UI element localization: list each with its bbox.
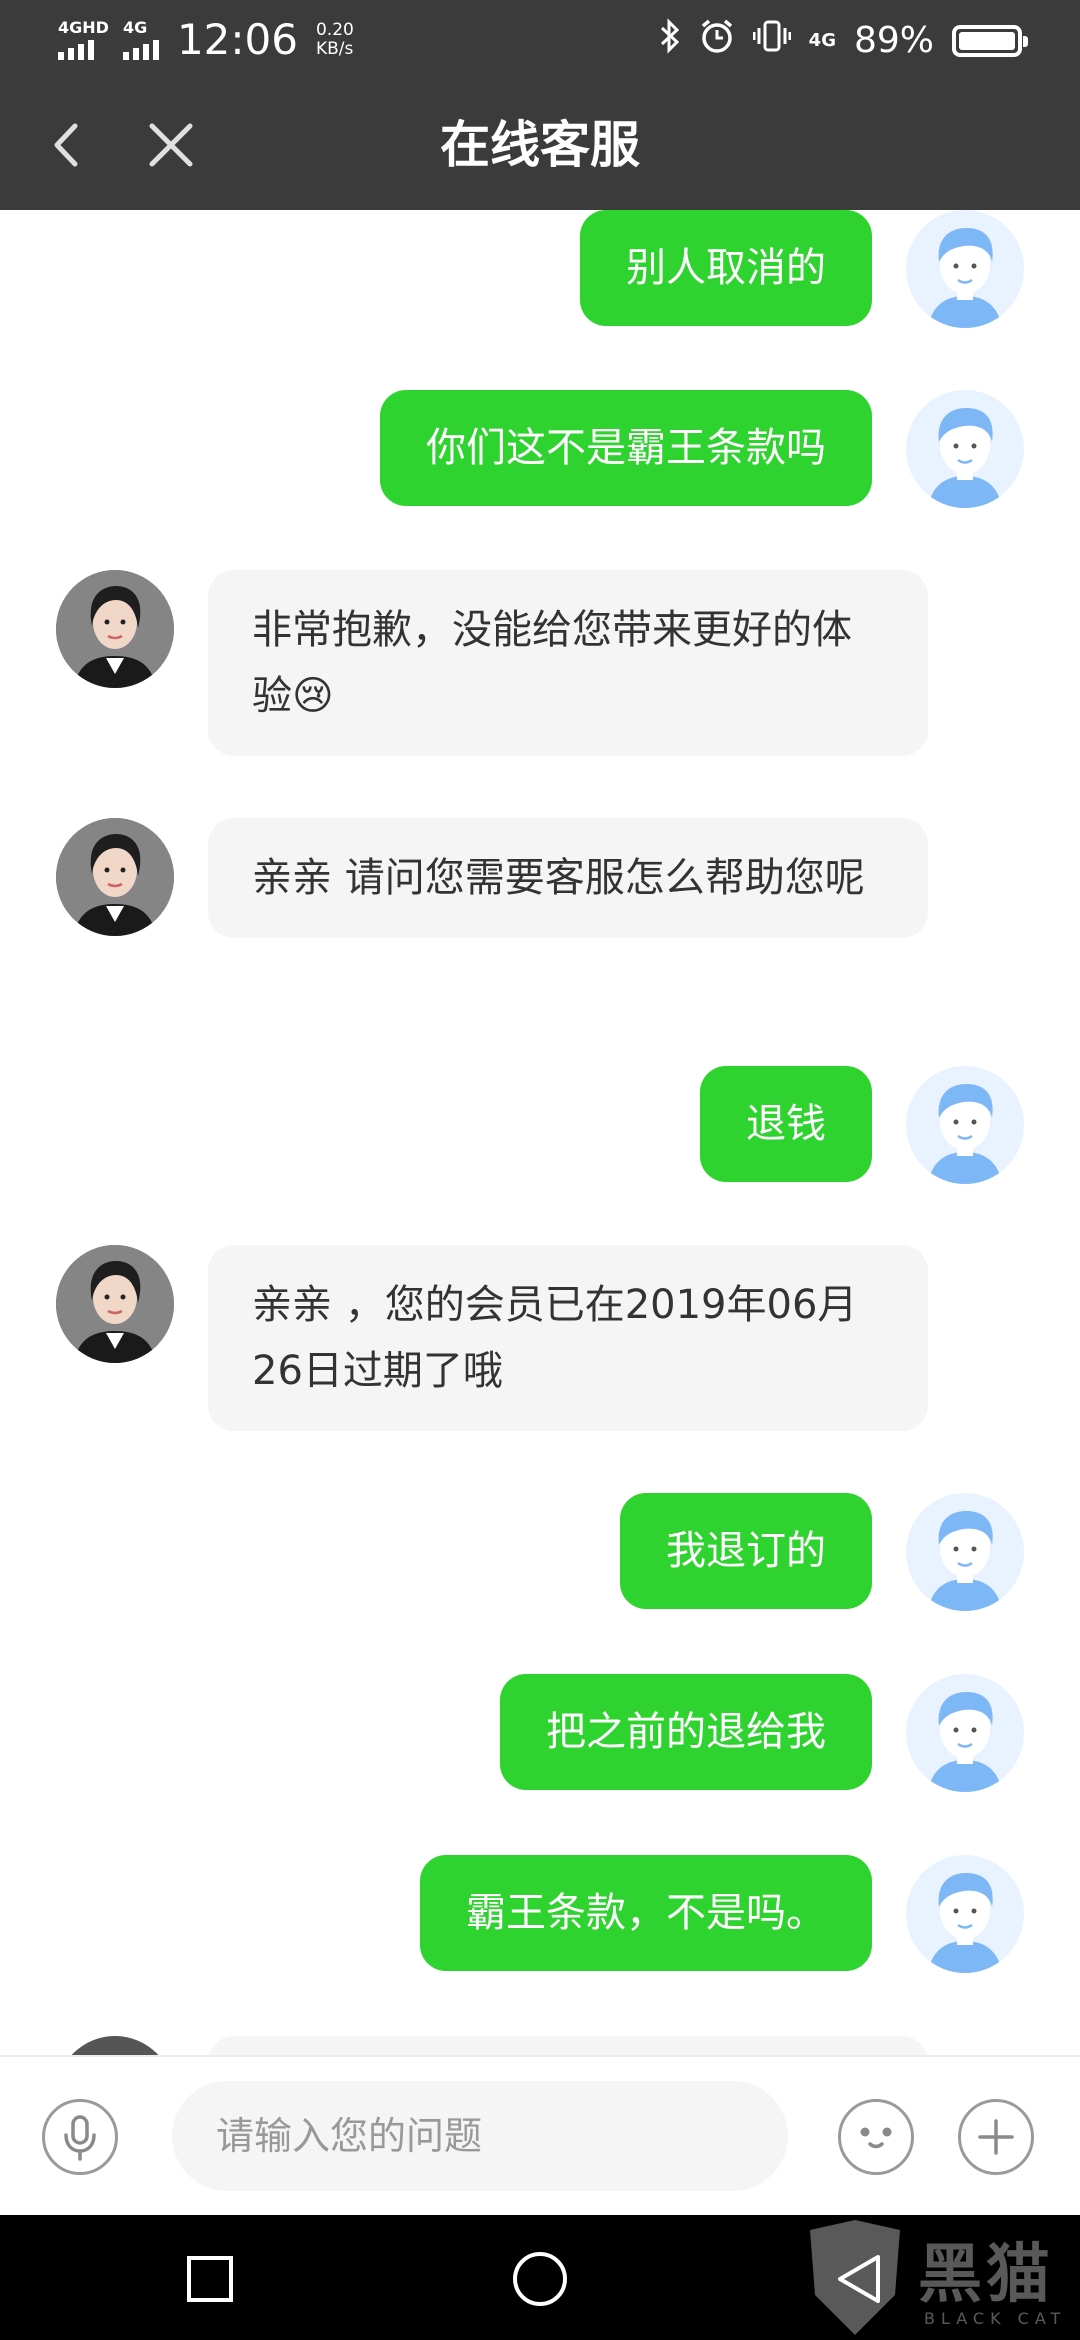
- system-nav-bar: 黑猫 BLACK CAT: [0, 2215, 1080, 2340]
- agent-avatar[interactable]: [56, 818, 174, 936]
- user-message-bubble[interactable]: 别人取消的: [580, 210, 872, 326]
- agent-message-bubble[interactable]: 非常抱歉，没能给您带来更好的体验😢: [208, 570, 928, 756]
- speed-unit: KB/s: [315, 39, 354, 59]
- user-avatar[interactable]: [906, 1855, 1024, 1973]
- emoji-icon: [860, 2127, 892, 2149]
- agent-bubble-partial: [208, 2036, 928, 2055]
- message-row: 亲亲 请问您需要客服怎么帮助您呢: [0, 818, 1080, 1008]
- clock: 12:06: [176, 15, 298, 64]
- chat-message-list[interactable]: 别人取消的 你们这不是霸王条款吗 非常抱歉，没能给您带来更好的体验😢 亲亲 请问…: [0, 210, 1080, 2055]
- emoji-button[interactable]: [838, 2099, 914, 2175]
- user-message-bubble[interactable]: 霸王条款，不是吗。: [420, 1855, 872, 1971]
- user-avatar[interactable]: [906, 1066, 1024, 1184]
- signal-label: 4GHD: [58, 18, 109, 37]
- message-row: 霸王条款，不是吗。: [0, 1855, 1080, 1980]
- agent-avatar[interactable]: [56, 1245, 174, 1363]
- recent-apps-icon: [187, 2256, 233, 2302]
- message-row: 你们这不是霸王条款吗: [0, 390, 1080, 515]
- agent-avatar[interactable]: [56, 570, 174, 688]
- signal-bars-icon: [58, 40, 94, 60]
- home-icon: [513, 2252, 567, 2306]
- watermark-logo: 黑猫 BLACK CAT: [800, 2215, 1080, 2340]
- network-speed: 0.20 KB/s: [316, 21, 354, 59]
- status-bar: 4GHD 4G 12:06 0.20 KB/s 4G 89%: [0, 0, 1080, 80]
- user-message-bubble[interactable]: 你们这不是霸王条款吗: [380, 390, 872, 506]
- message-row: 退钱: [0, 1066, 1080, 1191]
- message-row-partial: [0, 2036, 1080, 2055]
- battery-fill: [959, 32, 1015, 50]
- voice-button[interactable]: [42, 2099, 118, 2175]
- home-button[interactable]: [500, 2239, 580, 2319]
- signal-bars-icon: [122, 40, 159, 60]
- alarm-icon: [699, 18, 735, 64]
- agent-avatar-partial: [56, 2036, 174, 2055]
- input-bar: [0, 2055, 1080, 2215]
- signal-4g: 4G: [122, 18, 159, 60]
- agent-message-bubble[interactable]: 亲亲 ，您的会员已在2019年06月26日过期了哦: [208, 1245, 928, 1431]
- signal-label: 4G: [122, 18, 148, 37]
- user-message-bubble[interactable]: 退钱: [700, 1066, 872, 1182]
- speed-value: 0.20: [315, 20, 354, 40]
- user-avatar[interactable]: [906, 210, 1024, 328]
- message-row: 亲亲 ，您的会员已在2019年06月26日过期了哦: [0, 1245, 1080, 1435]
- user-avatar[interactable]: [906, 1674, 1024, 1792]
- agent-message-bubble[interactable]: 亲亲 请问您需要客服怎么帮助您呢: [208, 818, 928, 938]
- recent-apps-button[interactable]: [170, 2239, 250, 2319]
- more-button[interactable]: [958, 2099, 1034, 2175]
- message-row: 别人取消的: [0, 210, 1080, 335]
- message-row: 我退订的: [0, 1493, 1080, 1618]
- vibrate-icon: [752, 18, 792, 64]
- plus-icon: [978, 2119, 1014, 2155]
- microphone-icon: [64, 2115, 96, 2161]
- signal-4ghd: 4GHD: [58, 20, 109, 60]
- battery-percent: 89%: [853, 20, 934, 61]
- message-input[interactable]: [172, 2081, 788, 2191]
- user-avatar[interactable]: [906, 390, 1024, 508]
- user-message-bubble[interactable]: 把之前的退给我: [500, 1674, 872, 1790]
- message-row: 非常抱歉，没能给您带来更好的体验😢: [0, 570, 1080, 760]
- watermark-text: 黑猫: [918, 2238, 1054, 2312]
- user-message-bubble[interactable]: 我退订的: [620, 1493, 872, 1609]
- bluetooth-icon: [659, 18, 681, 64]
- watermark-subtext: BLACK CAT: [924, 2309, 1067, 2328]
- user-avatar[interactable]: [906, 1493, 1024, 1611]
- message-row: 把之前的退给我: [0, 1674, 1080, 1799]
- network-type-badge: 4G: [808, 30, 836, 51]
- page-title: 在线客服: [440, 116, 640, 174]
- header: 在线客服: [0, 80, 1080, 210]
- cat-shield-icon: [810, 2220, 900, 2335]
- battery-icon: [952, 25, 1028, 57]
